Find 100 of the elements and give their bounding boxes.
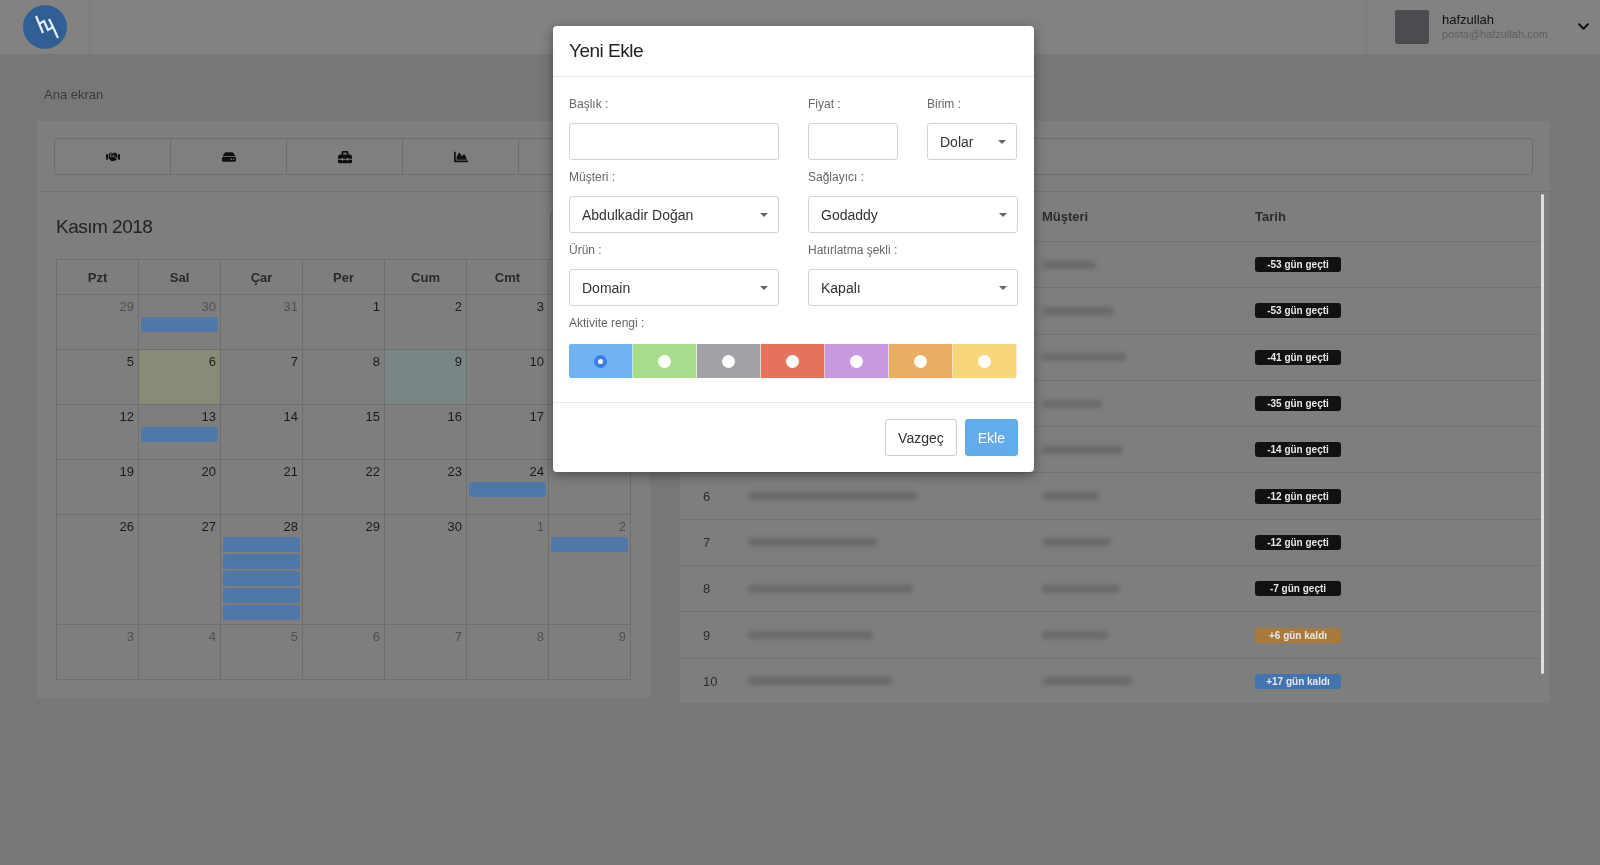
day-number: 5	[126, 354, 135, 370]
caret-icon	[999, 212, 1007, 217]
day-cell[interactable]: 19	[57, 460, 139, 515]
date-badge: -35 gün geçti	[1255, 396, 1341, 412]
color-swatch[interactable]	[697, 344, 761, 378]
day-number: 7	[290, 354, 299, 370]
weekday-header: Per	[303, 260, 385, 295]
radio[interactable]	[786, 354, 799, 368]
select-dropdown[interactable]: Abdulkadir Doğan	[569, 196, 779, 233]
date-badge: -7 gün geçti	[1255, 581, 1341, 597]
day-cell[interactable]: 27	[139, 515, 221, 625]
weekday-header: Sal	[139, 260, 221, 295]
day-cell[interactable]: 3	[467, 295, 549, 350]
user-name: hafzullah	[1442, 12, 1496, 27]
day-cell[interactable]: 26	[57, 515, 139, 625]
day-cell[interactable]: 16	[385, 405, 467, 460]
day-cell[interactable]: 13	[139, 405, 221, 460]
field-label: Fiyat :	[808, 97, 842, 113]
cancel-button[interactable]: Vazgeç	[885, 419, 957, 456]
color-swatch[interactable]	[761, 344, 825, 378]
logo-icon[interactable]	[22, 5, 67, 49]
day-number: 16	[447, 409, 463, 425]
day-cell[interactable]: 12	[57, 405, 139, 460]
caret-icon	[999, 285, 1007, 290]
day-number: 15	[365, 409, 381, 425]
calendar-event[interactable]	[223, 571, 300, 586]
date-badge: -53 gün geçti	[1255, 257, 1341, 273]
select-dropdown[interactable]: Kapalı	[808, 269, 1018, 306]
row-number: 7	[702, 534, 712, 550]
chevron-down-icon[interactable]	[1577, 20, 1590, 33]
calendar-event[interactable]	[551, 537, 628, 552]
calendar-event[interactable]	[223, 588, 300, 603]
day-cell[interactable]: 30	[385, 515, 467, 625]
day-cell[interactable]: 24	[467, 460, 549, 515]
day-cell[interactable]: 14	[221, 405, 303, 460]
radio[interactable]	[850, 354, 863, 368]
field-label: Ürün :	[569, 243, 603, 259]
add-button[interactable]: Ekle	[964, 419, 1018, 456]
day-cell[interactable]: 20	[139, 460, 221, 515]
modal-title: Yeni Ekle	[569, 40, 644, 62]
day-number: 12	[119, 409, 135, 425]
field-label: Birim :	[927, 97, 962, 113]
color-swatch[interactable]	[825, 344, 889, 378]
color-swatch[interactable]	[953, 344, 1017, 378]
caret-icon	[760, 212, 768, 217]
day-cell[interactable]: 10	[467, 350, 549, 405]
radio[interactable]	[914, 354, 927, 368]
select-dropdown[interactable]: Domain	[569, 269, 779, 306]
color-swatch[interactable]	[569, 344, 633, 378]
date-badge: -12 gün geçti	[1255, 488, 1341, 504]
day-number: 1	[372, 299, 381, 315]
date-badge: -53 gün geçti	[1255, 303, 1341, 319]
day-number: 9	[454, 354, 463, 370]
day-number: 21	[283, 464, 299, 480]
calendar-event[interactable]	[469, 482, 546, 497]
row-number: 9	[702, 627, 712, 643]
field-label: Aktivite rengi :	[569, 316, 646, 332]
color-swatch[interactable]	[633, 344, 697, 378]
row-number: 10	[702, 673, 719, 689]
date-badge: +6 gün kaldı	[1255, 627, 1341, 643]
day-cell[interactable]: 17	[467, 405, 549, 460]
calendar-event[interactable]	[223, 537, 300, 552]
radio[interactable]	[722, 354, 735, 368]
highlighted-day-cell[interactable]: 6	[139, 350, 221, 405]
day-cell[interactable]: 15	[303, 405, 385, 460]
day-cell[interactable]: 1	[303, 295, 385, 350]
day-cell[interactable]: 29	[303, 515, 385, 625]
date-badge: -12 gün geçti	[1255, 534, 1341, 550]
day-number: 20	[201, 464, 217, 480]
day-number: 24	[529, 464, 545, 480]
day-number: 14	[283, 409, 299, 425]
calendar-event[interactable]	[223, 554, 300, 569]
day-cell[interactable]: 21	[221, 460, 303, 515]
day-number: 10	[529, 354, 545, 370]
day-number: 23	[447, 464, 463, 480]
calendar-event[interactable]	[141, 317, 218, 332]
select-dropdown[interactable]: Dolar	[927, 123, 1017, 160]
field-label: Müşteri :	[569, 170, 616, 186]
radio[interactable]	[978, 354, 991, 368]
scrollbar[interactable]	[1541, 194, 1544, 674]
day-number: 19	[119, 464, 135, 480]
day-cell[interactable]: 22	[303, 460, 385, 515]
calendar-event[interactable]	[141, 427, 218, 442]
calendar-event[interactable]	[223, 605, 300, 620]
day-number: 30	[447, 519, 463, 535]
field-label: Hatırlatma şekli :	[808, 243, 899, 259]
day-number: 13	[201, 409, 217, 425]
weekday-header: Çar	[221, 260, 303, 295]
highlighted-day-cell[interactable]: 9	[385, 350, 467, 405]
radio-selected[interactable]	[594, 354, 607, 368]
day-cell[interactable]: 23	[385, 460, 467, 515]
color-swatch[interactable]	[889, 344, 953, 378]
text-input[interactable]	[808, 123, 898, 160]
date-badge: +17 gün kaldı	[1255, 673, 1341, 689]
text-input[interactable]	[569, 123, 779, 160]
select-dropdown[interactable]: Godaddy	[808, 196, 1018, 233]
day-cell[interactable]: 28	[221, 515, 303, 625]
day-cell[interactable]: 7	[221, 350, 303, 405]
radio[interactable]	[658, 354, 671, 368]
column-header: Tarih	[1255, 209, 1287, 224]
